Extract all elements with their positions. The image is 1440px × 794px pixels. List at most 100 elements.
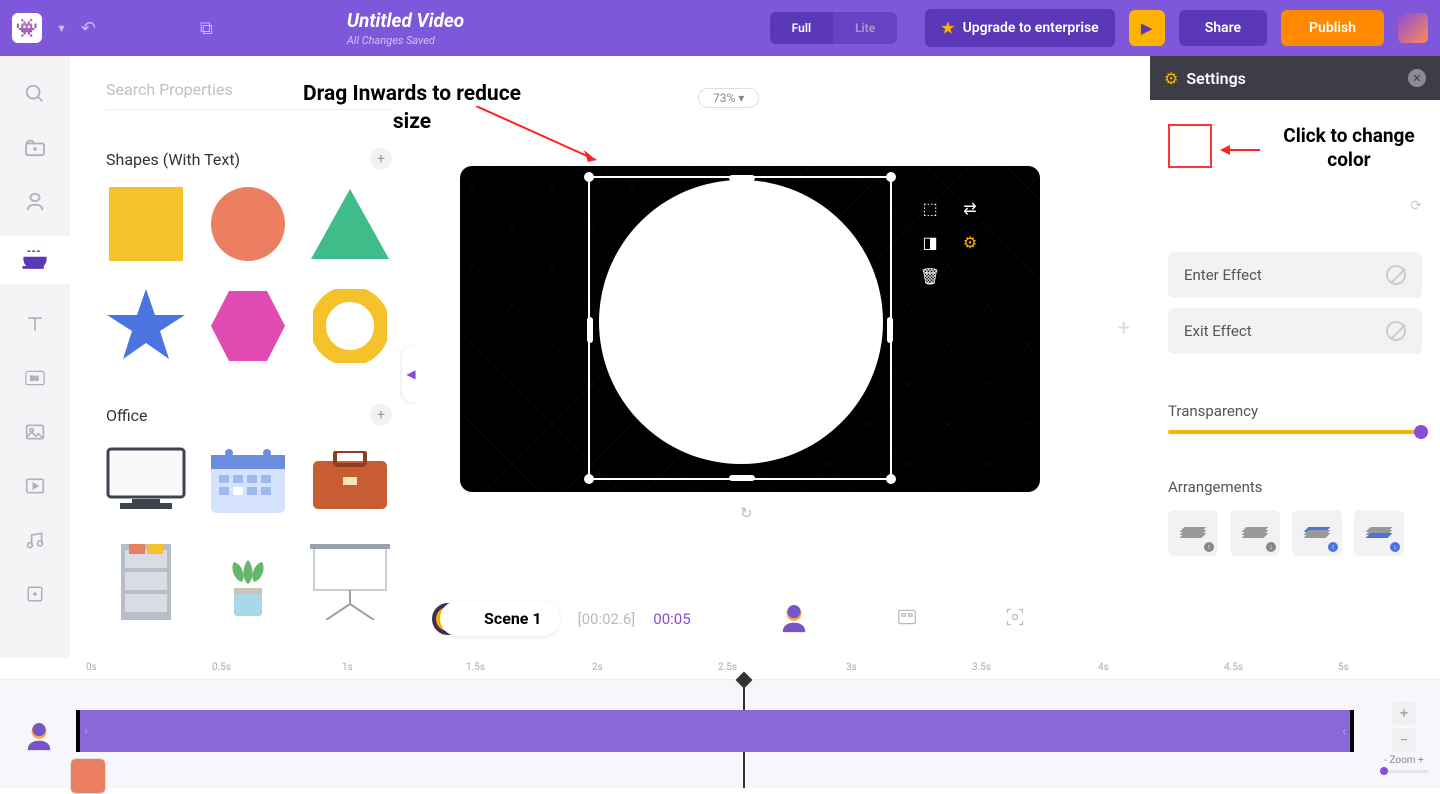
character-track-icon[interactable]	[24, 722, 54, 752]
canvas-area: Drag Inwards to reduce size 73% ▾ ⬚⇄ ◨⚙ …	[420, 56, 1150, 658]
swap-icon[interactable]: ⇄	[960, 198, 980, 218]
send-backward-button[interactable]: ↓	[1230, 510, 1280, 556]
object-clip[interactable]	[70, 758, 106, 794]
scene-track-clip[interactable]: ›‹	[76, 710, 1354, 752]
shape-circle[interactable]	[208, 184, 288, 264]
camera-focus-icon[interactable]	[1005, 607, 1025, 631]
library-panel: Shapes (With Text) + Office + ◀	[70, 56, 420, 658]
ruler[interactable]: 0s 0.5s 1s 1.5s 2s 2.5s 3s 3.5s 4s 4.5s …	[0, 658, 1440, 680]
chevron-left-icon[interactable]: ‹	[1342, 724, 1346, 739]
tick: 4s	[1098, 662, 1109, 673]
play-top-button[interactable]: ▶	[1129, 10, 1165, 46]
upgrade-button[interactable]: ★ Upgrade to enterprise	[925, 9, 1115, 47]
logo-dropdown-icon[interactable]: ▼	[56, 22, 67, 35]
background-icon[interactable]: BG	[21, 364, 49, 392]
resize-edge[interactable]	[729, 175, 755, 181]
character-chip-icon[interactable]	[779, 604, 809, 634]
prop-monitor[interactable]	[106, 440, 186, 520]
text-icon[interactable]	[21, 310, 49, 338]
gear-icon: ⚙	[1164, 69, 1178, 88]
mode-lite[interactable]: Lite	[833, 12, 897, 44]
zoom-slider[interactable]	[1380, 770, 1428, 773]
slider-handle[interactable]	[1380, 767, 1388, 775]
tick: 2.5s	[718, 662, 737, 673]
prop-briefcase[interactable]	[310, 440, 390, 520]
resize-handle[interactable]	[584, 474, 594, 484]
selection-box[interactable]	[588, 176, 892, 480]
shape-ring[interactable]	[310, 286, 390, 366]
exit-effect-button[interactable]: Exit Effect	[1168, 308, 1422, 354]
add-scene-button[interactable]: +	[1118, 316, 1130, 341]
scenes-icon[interactable]	[21, 134, 49, 162]
main-area: BG Shapes (With Text) + Office +	[0, 56, 1440, 658]
prop-projector-screen[interactable]	[310, 542, 390, 622]
character-icon[interactable]	[21, 188, 49, 216]
prop-filing-cabinet[interactable]	[106, 542, 186, 622]
tick: 0s	[86, 662, 97, 673]
close-icon[interactable]: ✕	[1408, 69, 1426, 87]
publish-button[interactable]: Publish	[1281, 10, 1384, 46]
bring-forward-button[interactable]: ↑	[1168, 510, 1218, 556]
resize-edge[interactable]	[887, 317, 893, 343]
category-name: Shapes (With Text)	[106, 150, 240, 169]
rotate-icon[interactable]: ↻	[740, 504, 753, 522]
arrangements-label: Arrangements	[1168, 478, 1422, 496]
zoom-out-button[interactable]: −	[1392, 728, 1416, 752]
none-icon	[1386, 321, 1406, 341]
scene-settings-icon[interactable]	[897, 608, 917, 630]
transparency-label: Transparency	[1168, 402, 1422, 420]
zoom-in-button[interactable]: +	[1392, 701, 1416, 725]
expand-category-button[interactable]: +	[370, 148, 392, 170]
send-to-back-button[interactable]: ↓	[1354, 510, 1404, 556]
shape-square[interactable]	[106, 184, 186, 264]
prop-plant[interactable]	[208, 542, 288, 622]
collapse-panel-button[interactable]: ◀	[402, 346, 420, 402]
resize-edge[interactable]	[587, 317, 593, 343]
title-wrap: Untitled Video All Changes Saved	[347, 9, 464, 47]
effects-icon[interactable]	[21, 580, 49, 608]
shape-hexagon[interactable]	[208, 286, 288, 366]
slider-handle[interactable]	[1414, 425, 1428, 439]
reset-color-icon[interactable]: ⟳	[1410, 198, 1422, 214]
search-icon[interactable]	[21, 80, 49, 108]
zoom-display[interactable]: 73% ▾	[698, 88, 759, 108]
arrangement-buttons: ↑ ↓ ↑ ↓	[1168, 510, 1422, 556]
timeline-body[interactable]: ›‹ + − - Zoom +	[0, 680, 1440, 788]
color-swatch[interactable]	[1168, 124, 1212, 168]
upgrade-label: Upgrade to enterprise	[963, 20, 1099, 36]
select-icon[interactable]: ⬚	[920, 198, 940, 218]
share-button[interactable]: Share	[1179, 10, 1267, 46]
undo-button[interactable]: ↶	[81, 18, 96, 39]
props-icon[interactable]	[0, 236, 70, 284]
delete-icon[interactable]: 🗑	[920, 266, 940, 286]
resize-handle[interactable]	[886, 172, 896, 182]
shape-star[interactable]	[106, 286, 186, 366]
transparency-slider[interactable]	[1168, 430, 1422, 434]
resize-handle[interactable]	[886, 474, 896, 484]
tick: 2s	[592, 662, 603, 673]
image-icon[interactable]	[21, 418, 49, 446]
audio-icon[interactable]	[21, 526, 49, 554]
time-total: 00:05	[653, 610, 690, 628]
mode-full[interactable]: Full	[770, 12, 833, 44]
bring-to-front-button[interactable]: ↑	[1292, 510, 1342, 556]
project-title[interactable]: Untitled Video	[347, 9, 464, 32]
resize-edge[interactable]	[729, 475, 755, 481]
stage[interactable]: ⬚ ⇄ ◨ ⚙ 🗑	[460, 166, 1040, 492]
app-logo[interactable]: 👾	[12, 13, 42, 43]
scene-pill[interactable]: Scene 1	[440, 601, 560, 636]
user-avatar[interactable]	[1398, 13, 1428, 43]
tick: 0.5s	[212, 662, 231, 673]
flip-icon[interactable]: ◨	[920, 232, 940, 252]
chevron-right-icon[interactable]: ›	[84, 724, 88, 739]
scene-info-bar: ▶ Scene 1 [00:02.6] 00:05	[432, 601, 1025, 636]
resize-handle[interactable]	[584, 172, 594, 182]
expand-category-button[interactable]: +	[370, 404, 392, 426]
tick: 5s	[1338, 662, 1349, 673]
duplicate-button[interactable]: ⧉	[200, 18, 213, 39]
gear-icon[interactable]: ⚙	[960, 232, 980, 252]
enter-effect-button[interactable]: Enter Effect	[1168, 252, 1422, 298]
video-icon[interactable]	[21, 472, 49, 500]
shape-triangle[interactable]	[310, 184, 390, 264]
prop-calendar[interactable]	[208, 440, 288, 520]
